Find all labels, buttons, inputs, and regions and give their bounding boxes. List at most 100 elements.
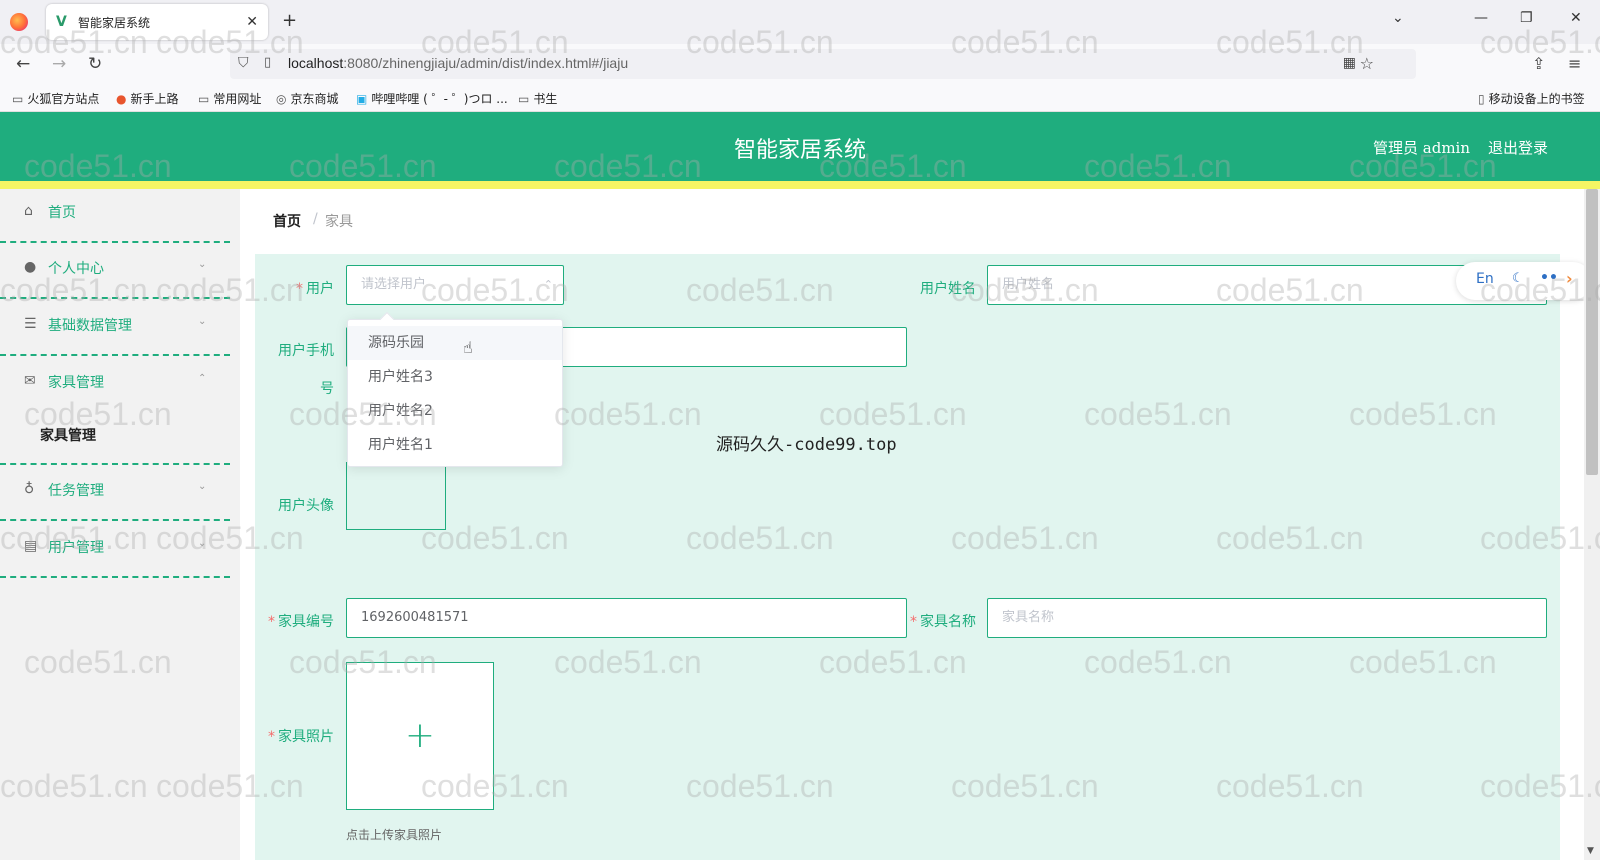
- sidebar-item-furniture[interactable]: ✉ 家具管理 ⌃: [0, 359, 230, 465]
- user-name-label: 用户姓名: [920, 281, 976, 297]
- photo-upload-button[interactable]: +: [346, 662, 494, 810]
- bookmark-item[interactable]: ▭ 火狐官方站点: [12, 90, 99, 107]
- chevron-right-icon[interactable]: ›: [1566, 269, 1573, 288]
- browser-tab-bar: V 智能家居系统 ✕ + ⌄ — ❐ ✕: [0, 0, 1600, 44]
- vue-favicon-icon: V: [56, 14, 67, 30]
- chevron-up-icon: ⌃: [198, 373, 207, 384]
- breadcrumb-home[interactable]: 首页: [273, 211, 301, 231]
- furniture-name-field[interactable]: 家具名称: [987, 598, 1547, 638]
- logout-link[interactable]: 退出登录: [1488, 137, 1548, 158]
- window-close-icon[interactable]: ✕: [1570, 10, 1582, 26]
- url-host: localhost: [288, 55, 344, 71]
- floating-toolbar: En ☾ •• ›: [1456, 262, 1592, 300]
- globe-icon: ◎: [276, 92, 287, 106]
- minimize-icon[interactable]: —: [1474, 10, 1488, 26]
- admin-label: 管理员 admin: [1373, 139, 1470, 157]
- sidebar-subitem-furniture[interactable]: 家具管理: [40, 425, 96, 445]
- new-tab-icon[interactable]: +: [282, 10, 297, 31]
- sidebar-item-personal[interactable]: ● 个人中心 ⌄: [0, 245, 230, 299]
- bilibili-icon: ▣: [356, 92, 368, 106]
- dropdown-option[interactable]: 用户姓名1: [348, 428, 562, 462]
- forward-icon[interactable]: →: [52, 54, 66, 74]
- header-accent-strip: [0, 181, 1600, 189]
- sidebar-item-users[interactable]: ▤ 用户管理 ⌄: [0, 524, 230, 578]
- sidebar-item-label: 首页: [48, 205, 76, 221]
- furniture-no-value: 1692600481571: [361, 610, 469, 625]
- back-icon[interactable]: ←: [16, 54, 30, 74]
- upload-tip: 点击上传家具照片: [346, 828, 443, 842]
- mobile-icon: ▯: [1478, 92, 1485, 106]
- mobile-bookmarks[interactable]: ▯ 移动设备上的书签: [1478, 90, 1585, 107]
- tab-list-chevron-icon[interactable]: ⌄: [1392, 10, 1404, 26]
- folder-icon: ▭: [198, 92, 210, 106]
- folder-icon: ▭: [518, 92, 530, 106]
- extensions-icon[interactable]: ⇪: [1532, 54, 1545, 73]
- mic-icon: ♁: [24, 481, 35, 497]
- url-text[interactable]: localhost:8080/zhinengjiaju/admin/dist/i…: [288, 55, 628, 71]
- sidebar-item-tasks[interactable]: ♁ 任务管理 ⌄: [0, 467, 230, 521]
- chevron-down-icon: ⌄: [198, 481, 207, 492]
- breadcrumb-separator: /: [313, 211, 318, 227]
- user-select[interactable]: 请选择用户 ⌃: [346, 265, 564, 305]
- reload-icon[interactable]: ↻: [88, 54, 102, 74]
- mail-icon: ✉: [24, 373, 36, 389]
- page-icon: ▯: [264, 55, 272, 70]
- furniture-no-field[interactable]: 1692600481571: [346, 598, 907, 638]
- browser-tab[interactable]: V 智能家居系统 ✕: [46, 4, 268, 40]
- scrollbar-thumb[interactable]: [1586, 189, 1598, 475]
- sidebar-item-home[interactable]: ⌂ 首页: [0, 189, 230, 243]
- url-bar[interactable]: ⛉ ▯ localhost:8080/zhinengjiaju/admin/di…: [230, 49, 1416, 79]
- tab-close-icon[interactable]: ✕: [246, 14, 258, 30]
- user-avatar-image: [346, 462, 446, 530]
- center-watermark: 源码久久-code99.top: [716, 435, 897, 455]
- sidebar-item-basic-data[interactable]: ☰ 基础数据管理 ⌄: [0, 302, 230, 356]
- home-icon: ⌂: [24, 203, 33, 219]
- dropdown-option[interactable]: 源码乐园: [348, 326, 562, 360]
- dropdown-option[interactable]: 用户姓名2: [348, 394, 562, 428]
- chevron-down-icon: ⌄: [198, 316, 207, 327]
- browser-nav-bar: ← → ↻ ⛉ ▯ localhost:8080/zhinengjiaju/ad…: [0, 44, 1600, 84]
- sidebar-item-label: 个人中心: [48, 261, 104, 277]
- user-select-dropdown: 源码乐园 用户姓名3 用户姓名2 用户姓名1: [347, 311, 563, 467]
- qr-code-icon[interactable]: ▦: [1343, 55, 1356, 71]
- furniture-no-label: * 家具编号: [268, 614, 334, 630]
- card-icon: ▤: [24, 538, 38, 554]
- folder-icon: ▭: [12, 92, 24, 106]
- page-scrollbar[interactable]: ▼: [1584, 189, 1600, 860]
- user-phone-label-cont: 号: [320, 381, 334, 397]
- bookmark-item[interactable]: ▭ 书生: [518, 90, 557, 107]
- dropdown-option[interactable]: 用户姓名3: [348, 360, 562, 394]
- user-label: * 用户: [296, 281, 334, 297]
- sidebar-item-label: 基础数据管理: [48, 318, 132, 334]
- bookmark-item[interactable]: ● 新手上路: [116, 90, 179, 107]
- user-select-placeholder: 请选择用户: [361, 277, 427, 292]
- breadcrumb: 首页 / 家具: [255, 199, 1560, 243]
- dots-icon[interactable]: ••: [1540, 270, 1558, 286]
- tab-title: 智能家居系统: [78, 15, 151, 30]
- furniture-photo-label: * 家具照片: [268, 729, 334, 745]
- shield-icon[interactable]: ⛉: [238, 55, 249, 71]
- chevron-down-icon: ⌄: [198, 538, 207, 549]
- sidebar: ⌂ 首页 ● 个人中心 ⌄ ☰ 基础数据管理 ⌄ ✉ 家具管理 ⌃ 家具管理 ♁…: [0, 189, 240, 860]
- url-path: :8080/zhinengjiaju/admin/dist/index.html…: [343, 55, 629, 71]
- bookmark-item[interactable]: ▭ 常用网址: [198, 90, 261, 107]
- plus-icon: +: [404, 715, 436, 756]
- sliders-icon: ☰: [24, 316, 37, 332]
- firefox-icon: ●: [116, 92, 127, 106]
- user-icon: ●: [24, 259, 37, 275]
- restore-icon[interactable]: ❐: [1520, 10, 1533, 26]
- bookmark-item[interactable]: ◎ 京东商城: [276, 90, 339, 107]
- chevron-down-icon: ⌄: [198, 259, 207, 270]
- furniture-name-label: * 家具名称: [910, 614, 976, 630]
- bookmark-item[interactable]: ▣ 哔哩哔哩 ( ゜- ゜)つロ ...: [356, 90, 508, 107]
- hand-cursor-icon: ☝: [463, 338, 473, 357]
- scroll-down-icon[interactable]: ▼: [1587, 846, 1594, 856]
- language-toggle[interactable]: En: [1476, 271, 1494, 287]
- user-avatar-label: 用户头像: [278, 498, 334, 514]
- bookmark-star-icon[interactable]: ☆: [1360, 54, 1374, 73]
- user-phone-label: 用户手机: [278, 343, 334, 359]
- moon-icon[interactable]: ☾: [1512, 271, 1524, 286]
- chevron-up-icon: ⌃: [543, 278, 553, 291]
- menu-icon[interactable]: ≡: [1568, 54, 1581, 73]
- breadcrumb-current: 家具: [325, 214, 353, 230]
